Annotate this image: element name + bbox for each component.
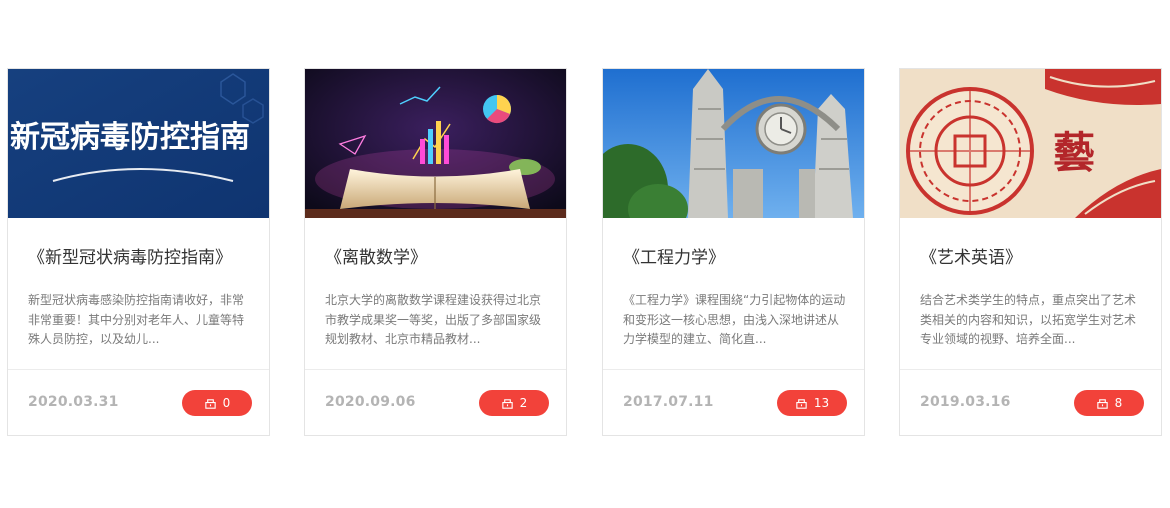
course-cover-image[interactable] <box>603 69 864 218</box>
course-title[interactable]: 《艺术英语》 <box>920 247 1145 269</box>
course-cover-image[interactable]: 藝 <box>900 69 1161 218</box>
course-description: 北京大学的离散数学课程建设获得过北京市教学成果奖一等奖，出版了多部国家级规划教材… <box>325 293 542 346</box>
course-card[interactable]: 藝 《艺术英语》 结合艺术类学生的特点，重点突出了艺术类相关的内容和知识，以拓宽… <box>899 68 1162 436</box>
resource-count: 2 <box>519 396 528 410</box>
course-card[interactable]: 《离散数学》 北京大学的离散数学课程建设获得过北京市教学成果奖一等奖，出版了多部… <box>304 68 567 436</box>
covid-guide-cover: 新冠病毒防控指南 <box>8 69 269 218</box>
resource-count-button[interactable]: 13 <box>777 390 847 416</box>
cover-title-text: 新冠病毒防控指南 <box>10 120 250 155</box>
course-date: 2017.07.11 <box>623 394 714 410</box>
course-title[interactable]: 《离散数学》 <box>325 247 550 269</box>
course-description: 结合艺术类学生的特点，重点突出了艺术类相关的内容和知识，以拓宽学生对艺术专业领域… <box>920 293 1137 346</box>
resource-count-button[interactable]: 0 <box>182 390 252 416</box>
engineering-mechanics-cover <box>603 69 864 218</box>
card-divider <box>900 369 1161 370</box>
book-stack-icon <box>204 398 216 409</box>
course-description: 《工程力学》课程围绕“力引起物体的运动和变形这一核心思想，由浅入深地讲述从力学模… <box>623 293 846 346</box>
resource-count-button[interactable]: 2 <box>479 390 549 416</box>
art-english-cover: 藝 <box>900 69 1161 218</box>
course-card[interactable]: 《工程力学》 《工程力学》课程围绕“力引起物体的运动和变形这一核心思想，由浅入深… <box>602 68 865 436</box>
course-date: 2019.03.16 <box>920 394 1011 410</box>
course-card[interactable]: 新冠病毒防控指南 《新型冠状病毒防控指南》 新型冠状病毒感染防控指南请收好，非常… <box>7 68 270 436</box>
course-cover-image[interactable] <box>305 69 566 218</box>
card-divider <box>305 369 566 370</box>
book-stack-icon <box>796 398 807 409</box>
resource-count: 13 <box>813 396 830 410</box>
course-description: 新型冠状病毒感染防控指南请收好，非常非常重要！其中分别对老年人、儿童等特殊人员防… <box>28 293 245 346</box>
course-date: 2020.03.31 <box>28 394 119 410</box>
book-stack-icon <box>501 398 513 409</box>
book-stack-icon <box>1096 398 1108 409</box>
discrete-math-cover <box>305 69 566 218</box>
course-card-list: 新冠病毒防控指南 《新型冠状病毒防控指南》 新型冠状病毒感染防控指南请收好，非常… <box>0 0 1170 508</box>
resource-count-button[interactable]: 8 <box>1074 390 1144 416</box>
course-title[interactable]: 《工程力学》 <box>623 247 848 269</box>
card-divider <box>8 369 269 370</box>
resource-count: 8 <box>1114 396 1123 410</box>
course-date: 2020.09.06 <box>325 394 416 410</box>
course-title[interactable]: 《新型冠状病毒防控指南》 <box>28 247 253 269</box>
cover-art-glyph: 藝 <box>1053 128 1095 177</box>
card-divider <box>603 369 864 370</box>
resource-count: 0 <box>222 396 231 410</box>
course-cover-image[interactable]: 新冠病毒防控指南 <box>8 69 269 218</box>
